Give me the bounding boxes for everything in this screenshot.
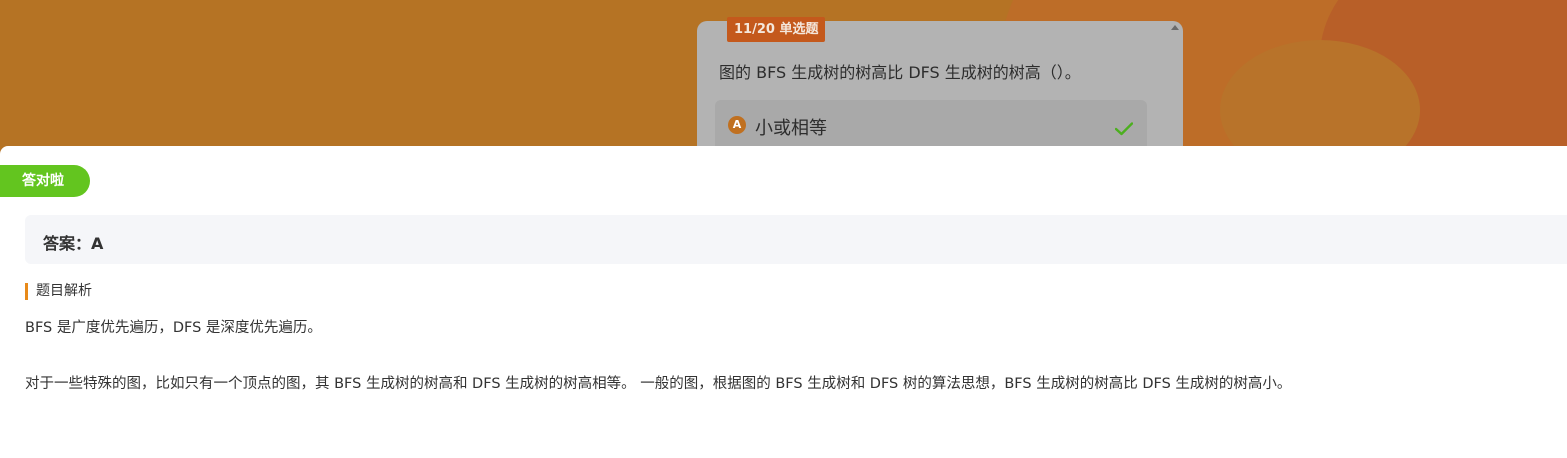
answer-text: 答案：A <box>43 234 104 253</box>
analysis-paragraph: BFS 是广度优先遍历，DFS 是深度优先遍历。 <box>25 320 322 336</box>
result-sheet: 答对啦 答案：A 题目解析 BFS 是广度优先遍历，DFS 是深度优先遍历。 对… <box>0 146 1567 458</box>
question-text: 图的 BFS 生成树的树高比 DFS 生成树的树高（）。 <box>719 63 1081 82</box>
analysis-heading: 题目解析 <box>25 283 92 300</box>
option-label: 小或相等 <box>755 118 827 139</box>
result-badge: 答对啦 <box>0 165 90 197</box>
scroll-up-arrow-icon[interactable] <box>1171 25 1179 30</box>
answer-box: 答案：A <box>25 215 1567 264</box>
analysis-paragraph: 对于一些特殊的图，比如只有一个顶点的图，其 BFS 生成树的树高和 DFS 生成… <box>25 376 1292 392</box>
option-letter-badge: A <box>728 116 746 134</box>
check-icon <box>1115 122 1133 136</box>
question-index-tag: 11/20 单选题 <box>727 17 826 42</box>
page: 11/20 单选题 图的 BFS 生成树的树高比 DFS 生成树的树高（）。 A… <box>0 0 1567 458</box>
